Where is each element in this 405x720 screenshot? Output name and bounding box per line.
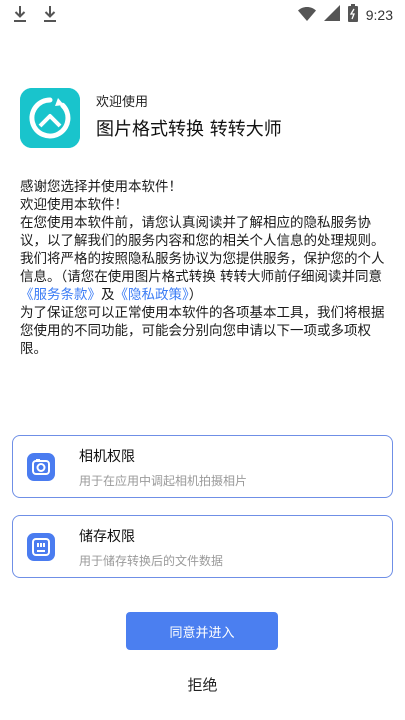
privacy-text: 在您使用本软件前，请您认真阅读并了解相应的隐私服务协议，以了解我们的服务内容和您… <box>20 215 385 285</box>
signal-icon <box>323 5 340 25</box>
permission-title: 储存权限 <box>79 529 135 545</box>
reject-button[interactable]: 拒绝 <box>0 674 405 695</box>
download-icon <box>12 4 28 28</box>
intro-line: 欢迎使用本软件！ <box>20 197 128 213</box>
privacy-text-end: ） <box>188 287 203 303</box>
permission-card-camera: 相机权限 用于在应用中调起相机拍摄相片 <box>12 435 393 498</box>
intro-text: 感谢您选择并使用本软件！ 欢迎使用本软件！ 在您使用本软件前，请您认真阅读并了解… <box>20 178 386 358</box>
intro-line: 感谢您选择并使用本软件！ <box>20 179 182 195</box>
permission-card-storage: 储存权限 用于储存转换后的文件数据 <box>12 515 393 578</box>
welcome-label: 欢迎使用 <box>96 95 149 110</box>
permission-description: 用于在应用中调起相机拍摄相片 <box>79 474 248 488</box>
status-time: 9:23 <box>365 7 393 23</box>
app-logo <box>20 88 80 148</box>
download-icon <box>42 4 58 28</box>
permission-intro: 为了保证您可以正常使用本软件的各项基本工具，我们将根据您使用的不同功能，可能会分… <box>20 305 385 357</box>
storage-icon <box>27 533 55 561</box>
camera-icon <box>27 453 55 481</box>
status-bar: 9:23 <box>0 0 405 30</box>
permission-title: 相机权限 <box>79 449 135 465</box>
permission-description: 用于储存转换后的文件数据 <box>79 554 224 568</box>
app-header: 欢迎使用 图片格式转换 转转大师 <box>20 88 282 148</box>
terms-link[interactable]: 《服务条款》 <box>20 287 101 303</box>
battery-icon <box>347 4 358 26</box>
privacy-paragraph: 在您使用本软件前，请您认真阅读并了解相应的隐私服务协议，以了解我们的服务内容和您… <box>20 214 386 304</box>
app-name: 图片格式转换 转转大师 <box>96 119 282 140</box>
conjunction-text: 及 <box>101 287 115 303</box>
wifi-icon <box>297 6 316 25</box>
agree-button[interactable]: 同意并进入 <box>126 612 278 650</box>
privacy-link[interactable]: 《隐私政策》 <box>115 287 189 303</box>
